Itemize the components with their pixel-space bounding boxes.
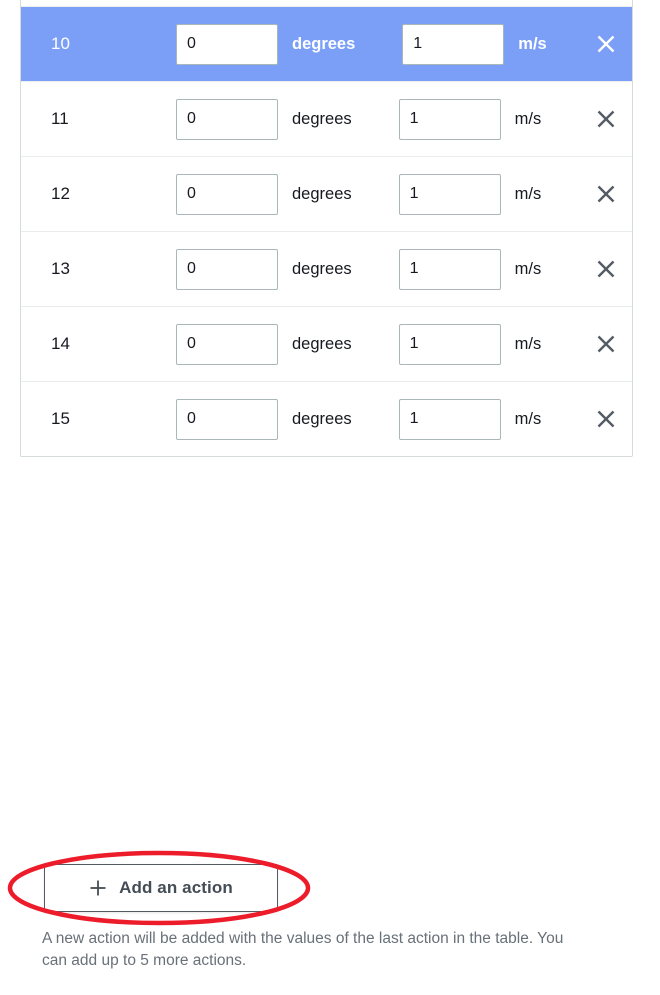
degrees-input[interactable]: [176, 98, 278, 140]
remove-action-button[interactable]: [594, 257, 618, 281]
speed-cell: m/s: [402, 23, 547, 65]
row-index: 11: [51, 109, 69, 128]
speed-cell: m/s: [398, 173, 542, 215]
table-row[interactable]: 10 degrees m/s: [21, 6, 632, 81]
degrees-input[interactable]: [176, 398, 278, 440]
table-row[interactable]: 13 degrees m/s: [21, 231, 632, 306]
row-index: 15: [51, 409, 71, 428]
row-index: 10: [51, 34, 71, 53]
degrees-input[interactable]: [176, 248, 278, 290]
close-icon: [597, 335, 615, 353]
speed-cell: m/s: [398, 323, 542, 365]
degrees-cell: degrees: [176, 398, 352, 440]
add-an-action-label: Add an action: [119, 878, 233, 897]
speed-input[interactable]: [398, 248, 501, 290]
speed-cell: m/s: [398, 398, 542, 440]
speed-cell: m/s: [398, 98, 542, 140]
degrees-cell: degrees: [176, 98, 352, 140]
degrees-unit-label: degrees: [292, 184, 352, 203]
close-icon: [597, 110, 615, 128]
add-an-action-button[interactable]: Add an action: [44, 864, 278, 912]
degrees-unit-label: degrees: [292, 409, 352, 428]
speed-unit-label: m/s: [514, 109, 542, 128]
close-icon: [597, 410, 615, 428]
actions-table: 5degreesm/s6degreesm/s7degreesm/s8degree…: [20, 0, 633, 457]
degrees-unit-label: degrees: [292, 259, 352, 278]
degrees-cell: degrees: [176, 323, 352, 365]
degrees-unit-label: degrees: [292, 334, 352, 353]
row-index: 12: [51, 184, 71, 203]
speed-cell: m/s: [398, 248, 542, 290]
degrees-cell: degrees: [176, 173, 352, 215]
table-row[interactable]: 14 degrees m/s: [21, 306, 632, 381]
degrees-input[interactable]: [176, 23, 278, 65]
close-icon: [597, 35, 615, 53]
degrees-input[interactable]: [176, 173, 278, 215]
degrees-cell: degrees: [176, 248, 352, 290]
speed-input[interactable]: [398, 398, 501, 440]
table-row[interactable]: 15 degrees m/s: [21, 381, 632, 456]
plus-icon: [89, 879, 107, 897]
remove-action-button[interactable]: [594, 332, 618, 356]
speed-input[interactable]: [402, 23, 505, 65]
table-row[interactable]: 12 degrees m/s: [21, 156, 632, 231]
row-index: 13: [51, 259, 71, 278]
add-action-helper-text: A new action will be added with the valu…: [42, 930, 564, 970]
remove-action-button[interactable]: [594, 182, 618, 206]
remove-action-button[interactable]: [594, 407, 618, 431]
speed-input[interactable]: [398, 323, 501, 365]
speed-unit-label: m/s: [514, 409, 542, 428]
speed-unit-label: m/s: [514, 184, 542, 203]
degrees-input[interactable]: [176, 323, 278, 365]
remove-action-button[interactable]: [594, 107, 618, 131]
speed-input[interactable]: [398, 173, 501, 215]
table-row[interactable]: 11 degrees m/s: [21, 81, 632, 156]
degrees-unit-label: degrees: [292, 109, 352, 128]
speed-input[interactable]: [398, 98, 501, 140]
close-icon: [597, 185, 615, 203]
speed-unit-label: m/s: [514, 259, 542, 278]
remove-action-button[interactable]: [594, 32, 618, 56]
row-index: 14: [51, 334, 71, 353]
speed-unit-label: m/s: [518, 34, 547, 53]
speed-unit-label: m/s: [514, 334, 542, 353]
close-icon: [597, 260, 615, 278]
degrees-unit-label: degrees: [292, 34, 356, 53]
degrees-cell: degrees: [176, 23, 356, 65]
